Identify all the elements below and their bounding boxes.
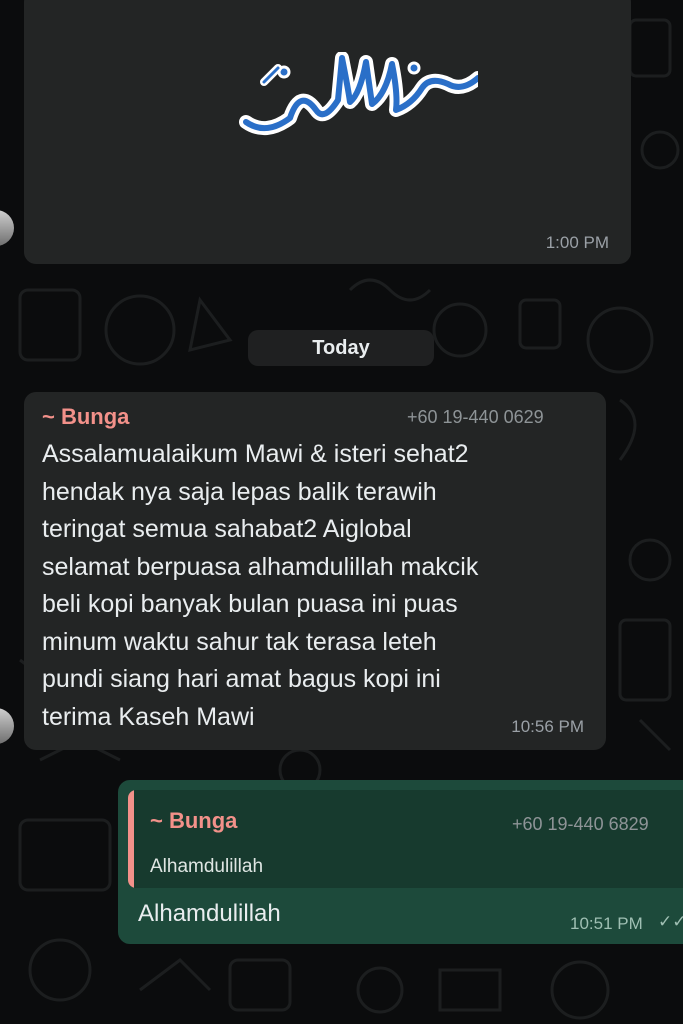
- quoted-text: Alhamdulillah: [150, 856, 264, 877]
- message-line: minum waktu sahur tak terasa leteh: [42, 627, 437, 656]
- quoted-sender-phone: +60 19-440 6829: [512, 814, 649, 834]
- message-line: pundi siang hari amat bagus kopi ini: [42, 665, 441, 693]
- incoming-message-bubble[interactable]: ~ Bunga +60 19-440 0629 Assalamualaikum …: [24, 392, 606, 750]
- message-line: selamat berpuasa alhamdulillah makcik: [42, 552, 479, 581]
- date-divider: Today: [248, 330, 434, 366]
- message-line: teringat semua sahabat2 Aiglobal: [42, 515, 412, 543]
- sticker-message-bubble[interactable]: 1:00 PM: [24, 0, 631, 264]
- message-line: Assalamualaikum Mawi & isteri sehat2: [42, 440, 469, 468]
- quoted-sender-name: ~ Bunga: [150, 808, 238, 833]
- sender-name[interactable]: ~ Bunga: [42, 404, 129, 430]
- quote-accent-bar: [128, 790, 134, 888]
- message-text: Assalamualaikum Mawi & isteri sehat2 hen…: [42, 436, 597, 736]
- message-line: beli kopi banyak bulan puasa ini puas: [42, 590, 458, 618]
- sender-phone: +60 19-440 0629: [407, 407, 544, 427]
- message-text: Alhamdulillah: [138, 900, 281, 927]
- message-line: hendak nya saja lepas balik terawih: [42, 477, 437, 506]
- message-time: 10:51 PM: [570, 914, 643, 933]
- quoted-message[interactable]: ~ Bunga +60 19-440 6829 Alhamdulillah: [128, 790, 683, 888]
- read-receipt-icon: ✓✓: [658, 912, 683, 931]
- outgoing-message-bubble[interactable]: ~ Bunga +60 19-440 6829 Alhamdulillah Al…: [118, 780, 683, 944]
- jazakallah-khair-sticker: [239, 52, 478, 135]
- message-time: 10:56 PM: [511, 717, 584, 736]
- message-time: 1:00 PM: [545, 233, 609, 252]
